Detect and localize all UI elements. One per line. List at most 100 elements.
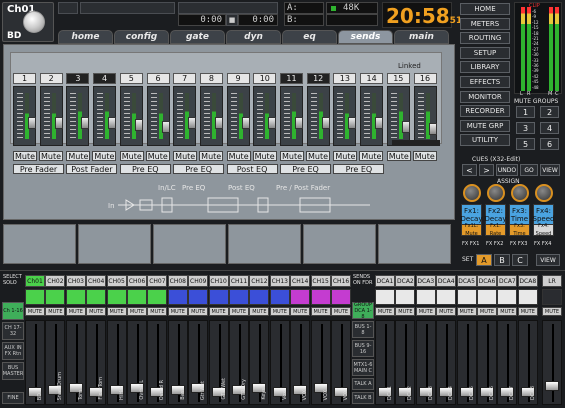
strip-select-ch01[interactable]: Ch01 — [25, 275, 45, 287]
send-fader-cap-3[interactable] — [81, 117, 90, 129]
strip-fader-ch16[interactable]: VOX — [331, 320, 351, 405]
assign-knob-4[interactable] — [535, 184, 553, 202]
send-fader-10[interactable] — [253, 86, 277, 146]
tab-main[interactable]: main — [394, 30, 449, 44]
send-mute-11[interactable]: Mute — [280, 151, 304, 161]
tab-eq[interactable]: eq — [282, 30, 337, 44]
send-fader-cap-12[interactable] — [321, 117, 330, 129]
fine-button[interactable]: FINE — [2, 392, 24, 404]
strip-select-ch03[interactable]: CH03 — [65, 275, 86, 287]
strip-fader-ch09[interactable]: Gtr Wet — [188, 320, 209, 405]
send-mute-1[interactable]: Mute — [13, 151, 37, 161]
send-fader-cap-5[interactable] — [134, 119, 143, 131]
strip-mute-ch16[interactable]: MUTE — [331, 307, 351, 316]
send-fader-6[interactable] — [146, 86, 170, 146]
assign-fx-sub-1[interactable]: Fx1L: Mute — [461, 223, 482, 237]
strip-mute-ch13[interactable]: MUTE — [269, 307, 290, 316]
send-fader-cap-15[interactable] — [401, 121, 410, 133]
assign-fx-sub-3[interactable]: Fx3: Time — [509, 223, 530, 237]
send-mute-6[interactable]: Mute — [145, 151, 170, 161]
dca-fader-6[interactable]: DCA6 — [477, 320, 497, 405]
assign-knob-3[interactable] — [511, 184, 529, 202]
strip-select-ch07[interactable]: CH07 — [147, 275, 168, 287]
menu-recorder-button[interactable]: RECORDER — [460, 105, 510, 118]
strip-mute-ch03[interactable]: MUTE — [65, 307, 86, 316]
send-fader-cap-11[interactable] — [295, 117, 303, 129]
strip-select-ch12[interactable]: CH12 — [249, 275, 270, 287]
send-fader-7[interactable] — [173, 86, 197, 146]
send-fader-11[interactable] — [280, 86, 303, 146]
lr-fader[interactable] — [542, 320, 562, 405]
dca-select-6[interactable]: DCA6 — [477, 275, 497, 287]
gain-knob[interactable] — [23, 11, 45, 33]
strip-select-ch16[interactable]: CH16 — [331, 275, 351, 287]
strip-select-ch14[interactable]: CH14 — [290, 275, 311, 287]
group-layer-button-4[interactable]: MTX1-6 MAIN C — [352, 359, 374, 376]
strip-fader-ch08[interactable]: Bass — [167, 320, 188, 405]
strip-mute-ch04[interactable]: MUTE — [86, 307, 107, 316]
dca-mute-1[interactable]: MUTE — [375, 307, 395, 316]
send-fader-14[interactable] — [360, 86, 384, 146]
dca-mute-8[interactable]: MUTE — [517, 307, 538, 316]
dca-mute-4[interactable]: MUTE — [436, 307, 457, 316]
mute-group-4-button[interactable]: 4 — [540, 122, 559, 134]
layer-button-4[interactable]: BUS MASTER — [2, 362, 24, 380]
send-mute-13[interactable]: Mute — [333, 151, 358, 161]
send-tap-3[interactable]: Pre EQ — [119, 164, 171, 174]
send-mute-12[interactable]: Mute — [306, 151, 330, 161]
menu-home-button[interactable]: HOME — [460, 3, 510, 15]
send-mute-10[interactable]: Mute — [252, 151, 277, 161]
dca-mute-7[interactable]: MUTE — [497, 307, 518, 316]
dca-select-8[interactable]: DCA8 — [517, 275, 538, 287]
dca-fader-7[interactable]: DCA7 — [497, 320, 518, 405]
selected-channel-box[interactable]: Ch01 BD — [2, 2, 54, 42]
send-fader-12[interactable] — [306, 86, 330, 146]
strip-select-ch09[interactable]: CH09 — [188, 275, 209, 287]
send-mute-15[interactable]: Mute — [386, 151, 411, 161]
cue-prev-button[interactable]: < — [462, 164, 477, 176]
assign-fx-sub-4[interactable]: Fx4: Speed — [533, 223, 554, 237]
send-tap-7[interactable]: Pre EQ — [333, 164, 385, 174]
strip-mute-ch01[interactable]: MUTE — [25, 307, 45, 316]
menu-library-button[interactable]: LIBRARY — [460, 61, 510, 74]
send-fader-5[interactable] — [119, 86, 143, 146]
dca-mute-2[interactable]: MUTE — [395, 307, 416, 316]
strip-fader-ch04[interactable]: FloorTom — [86, 320, 107, 405]
cue-view-button[interactable]: VIEW — [540, 164, 560, 176]
strip-fader-ch03[interactable]: Tom — [65, 320, 86, 405]
set-b-button[interactable]: B — [494, 254, 510, 266]
group-layer-button-3[interactable]: BUS 9-16 — [352, 340, 374, 357]
send-mute-16[interactable]: Mute — [412, 151, 437, 161]
dca-fader-4[interactable]: DCA4 — [436, 320, 457, 405]
talk-b-button[interactable]: TALK B — [352, 392, 374, 404]
strip-select-ch13[interactable]: CH13 — [269, 275, 290, 287]
assign-view-button[interactable]: VIEW — [536, 254, 560, 266]
send-fader-9[interactable] — [226, 86, 250, 146]
dca-select-2[interactable]: DCA2 — [395, 275, 416, 287]
dca-fader-3[interactable]: DCA3 — [415, 320, 436, 405]
mute-group-5-button[interactable]: 5 — [516, 138, 535, 150]
soft-button-6[interactable] — [378, 224, 451, 264]
strip-select-ch05[interactable]: CH05 — [106, 275, 127, 287]
send-fader-cap-10[interactable] — [268, 117, 277, 129]
strip-mute-ch11[interactable]: MUTE — [229, 307, 249, 316]
strip-mute-ch12[interactable]: MUTE — [249, 307, 270, 316]
cue-undo-button[interactable]: UNDO — [496, 164, 518, 176]
dca-mute-6[interactable]: MUTE — [477, 307, 497, 316]
layer-button-1[interactable]: Ch 1-16 — [2, 302, 24, 320]
assign-knob-1[interactable] — [463, 184, 481, 202]
send-tap-5[interactable]: Post EQ — [226, 164, 278, 174]
cue-go-button[interactable]: GO — [520, 164, 538, 176]
menu-routing-button[interactable]: ROUTING — [460, 32, 510, 45]
send-mute-9[interactable]: Mute — [226, 151, 251, 161]
menu-mute-grp-button[interactable]: MUTE GRP — [460, 119, 510, 132]
send-mute-7[interactable]: Mute — [173, 151, 198, 161]
strip-select-ch10[interactable]: CH10 — [208, 275, 229, 287]
tab-dyn[interactable]: dyn — [226, 30, 281, 44]
send-tap-6[interactable]: Pre EQ — [280, 164, 331, 174]
strip-select-ch08[interactable]: CH08 — [167, 275, 188, 287]
send-fader-cap-8[interactable] — [214, 117, 223, 129]
send-mute-2[interactable]: Mute — [39, 151, 63, 161]
send-fader-cap-7[interactable] — [188, 117, 197, 129]
strip-fader-ch13[interactable]: Vox — [269, 320, 290, 405]
